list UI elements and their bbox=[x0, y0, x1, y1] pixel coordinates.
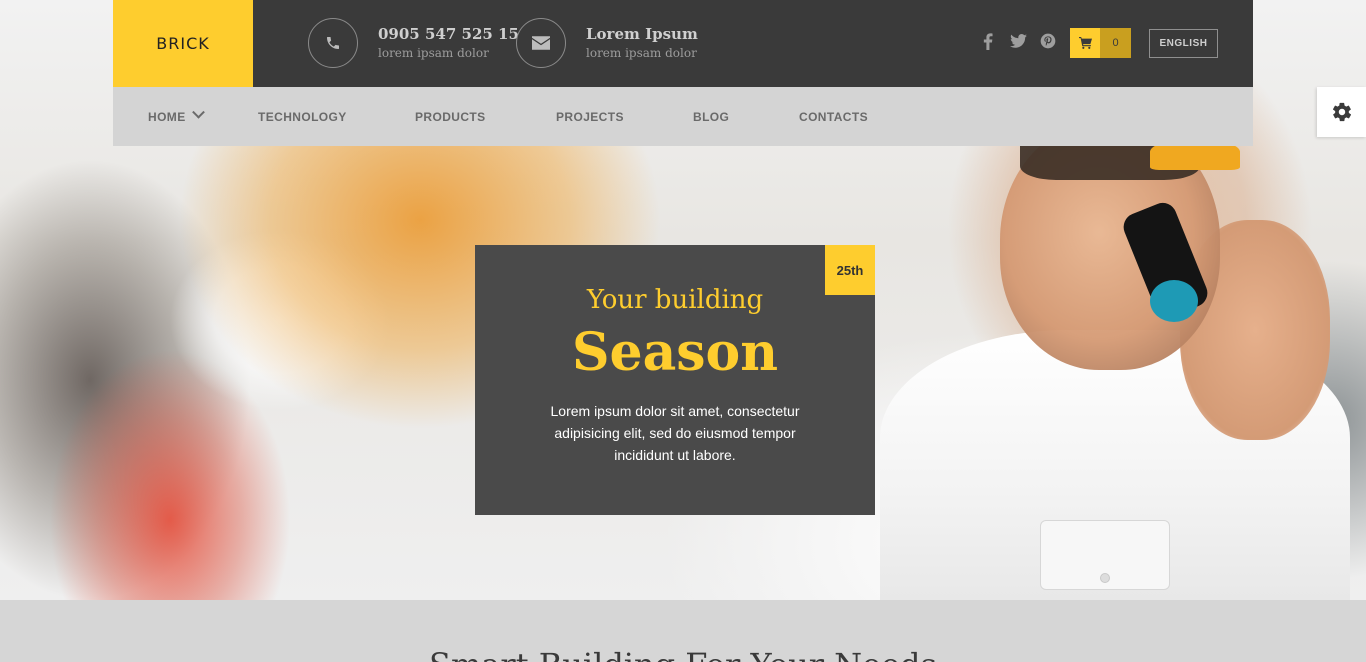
cart-count: 0 bbox=[1100, 28, 1131, 58]
slide-text: Lorem ipsum dolor sit amet, consectetur … bbox=[550, 403, 800, 463]
slide-title: Season bbox=[571, 322, 779, 383]
nav-item-label: BLOG bbox=[693, 109, 730, 124]
contact-email: Lorem Ipsum lorem ipsam dolor bbox=[516, 18, 698, 68]
twitter-icon[interactable] bbox=[1008, 31, 1028, 51]
nav-item-label: PRODUCTS bbox=[415, 109, 486, 124]
nav-item-label: CONTACTS bbox=[799, 109, 868, 124]
logo[interactable]: BRICK bbox=[113, 0, 253, 87]
contact-email-title: Lorem Ipsum bbox=[586, 25, 698, 43]
phone-icon bbox=[308, 18, 358, 68]
gear-icon bbox=[1332, 102, 1351, 122]
nav-item-label: HOME bbox=[148, 109, 186, 124]
facebook-icon[interactable] bbox=[978, 31, 998, 51]
contact-phone: 0905 547 525 15 lorem ipsam dolor bbox=[308, 18, 519, 68]
nav-item-blog[interactable]: BLOG bbox=[693, 87, 729, 146]
nav-item-contacts[interactable]: CONTACTS bbox=[799, 87, 868, 146]
nav-item-label: PROJECTS bbox=[556, 109, 624, 124]
main-nav: HOME TECHNOLOGY PRODUCTS PROJECTS BLOG C… bbox=[113, 87, 1253, 146]
hero-photo-button bbox=[1100, 573, 1110, 583]
contact-phone-subtitle: lorem ipsam dolor bbox=[378, 46, 489, 60]
contact-phone-number: 0905 547 525 15 bbox=[378, 25, 519, 43]
nav-item-label: TECHNOLOGY bbox=[258, 109, 347, 124]
language-selector[interactable]: ENGLISH bbox=[1149, 29, 1218, 58]
slide-caption-card: 25th Your building Season Lorem ipsum do… bbox=[475, 245, 875, 515]
contact-email-subtitle: lorem ipsam dolor bbox=[586, 46, 697, 60]
cart-button[interactable]: 0 bbox=[1070, 28, 1131, 58]
intro-section: Smart Building For Your Needs bbox=[0, 600, 1366, 662]
nav-item-home[interactable]: HOME bbox=[148, 87, 205, 146]
social-links bbox=[978, 31, 1058, 51]
nav-item-technology[interactable]: TECHNOLOGY bbox=[258, 87, 347, 146]
slide-subtitle: Your building bbox=[586, 285, 764, 315]
cart-icon bbox=[1070, 28, 1100, 58]
logo-text: BRICK bbox=[156, 34, 210, 53]
settings-toggle[interactable] bbox=[1317, 87, 1366, 137]
nav-item-projects[interactable]: PROJECTS bbox=[556, 87, 624, 146]
section-heading: Smart Building For Your Needs bbox=[0, 646, 1366, 662]
chevron-down-icon bbox=[191, 105, 205, 119]
pinterest-icon[interactable] bbox=[1038, 31, 1058, 51]
nav-item-products[interactable]: PRODUCTS bbox=[415, 87, 486, 146]
envelope-icon bbox=[516, 18, 566, 68]
hero-photo-phone-cap bbox=[1150, 280, 1198, 322]
top-header: BRICK 0905 547 525 15 lorem ipsam dolor … bbox=[113, 0, 1253, 87]
